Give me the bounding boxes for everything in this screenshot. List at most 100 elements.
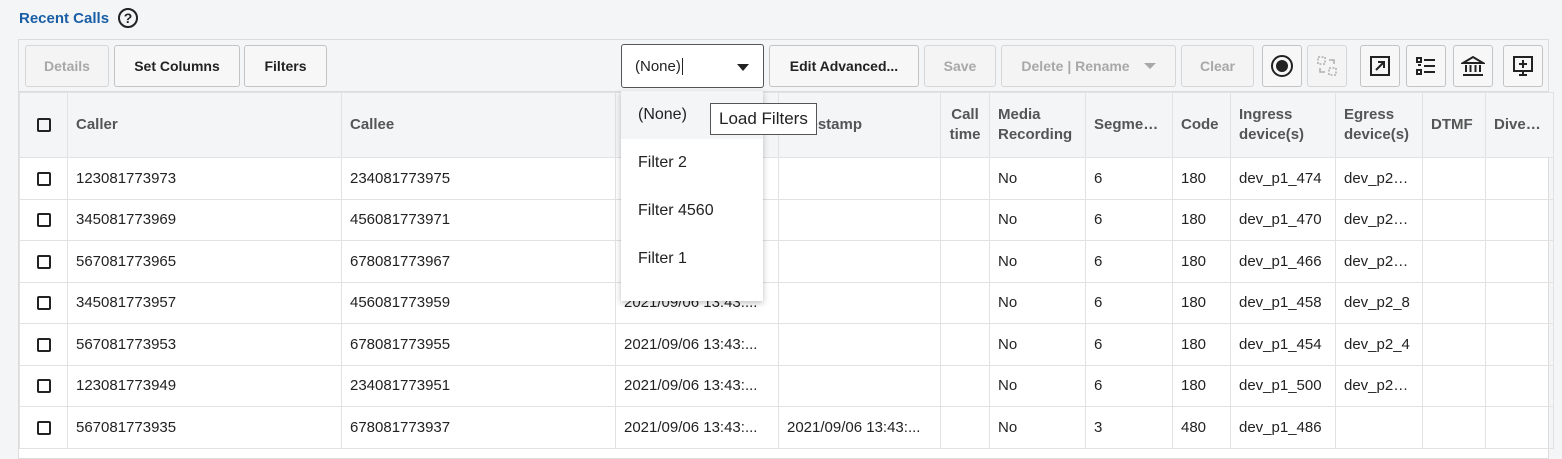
- cell-media-recording: No: [989, 406, 1086, 449]
- cell-diversion: [1485, 364, 1554, 407]
- cell-end-timestamp: [778, 157, 941, 200]
- cell-diversion: [1485, 406, 1554, 449]
- cell-call-time: [940, 364, 990, 407]
- col-media-recording[interactable]: Media Recording: [989, 92, 1086, 158]
- cell-start-timestamp: 2021/09/06 13:43:...: [615, 406, 779, 449]
- table-row[interactable]: 123081773949 234081773951 2021/09/06 13:43…: [19, 364, 1554, 407]
- cell-egress: dev_p2_...: [1335, 198, 1423, 241]
- cell-callee: 456081773971: [341, 198, 616, 241]
- cell-diversion: [1485, 240, 1554, 283]
- cell-segments: 3: [1085, 406, 1173, 449]
- cell-segments: 6: [1085, 157, 1173, 200]
- cell-code: 480: [1172, 406, 1231, 449]
- help-icon[interactable]: ?: [118, 8, 139, 28]
- cell-code: 180: [1172, 323, 1231, 366]
- cell-callee: 456081773959: [341, 281, 616, 324]
- row-select-cell[interactable]: [19, 323, 68, 366]
- delete-rename-button[interactable]: Delete | Rename: [1001, 45, 1176, 87]
- cell-dtmf: [1422, 157, 1486, 200]
- col-callee[interactable]: Callee: [341, 92, 616, 158]
- row-checkbox[interactable]: [36, 379, 51, 394]
- cell-dtmf: [1422, 364, 1486, 407]
- select-all-cell[interactable]: [19, 92, 68, 158]
- edit-advanced-button[interactable]: Edit Advanced...: [769, 45, 919, 87]
- cell-callee: 234081773975: [341, 157, 616, 200]
- row-select-cell[interactable]: [19, 240, 68, 283]
- cell-egress: dev_p2_8: [1335, 281, 1423, 324]
- cell-diversion: [1485, 198, 1554, 241]
- filter-option[interactable]: Filter 1: [621, 235, 763, 283]
- bank-button[interactable]: [1453, 45, 1493, 87]
- col-egress[interactable]: Egress device(s): [1335, 92, 1423, 158]
- cell-code: 180: [1172, 198, 1231, 241]
- table-row[interactable]: 5670817739656780817739672021/09/06 13:43…: [19, 240, 1554, 283]
- cell-segments: 6: [1085, 281, 1173, 324]
- table-row[interactable]: 567081773953 678081773955 2021/09/06 13:43…: [19, 323, 1554, 366]
- cell-dtmf: [1422, 323, 1486, 366]
- col-dtmf[interactable]: DTMF: [1422, 92, 1486, 158]
- cell-caller: 345081773957: [67, 281, 342, 324]
- cell-callee: 234081773951: [341, 364, 616, 407]
- row-select-cell[interactable]: [19, 364, 68, 407]
- cell-egress: [1335, 406, 1423, 449]
- cell-caller: 567081773953: [67, 323, 342, 366]
- filter-option[interactable]: Filter 4560: [621, 187, 763, 235]
- add-display-button[interactable]: [1503, 45, 1543, 87]
- set-columns-button[interactable]: Set Columns: [114, 45, 240, 87]
- row-checkbox[interactable]: [36, 171, 51, 186]
- text-cursor: [681, 57, 683, 75]
- col-caller[interactable]: Caller: [67, 92, 342, 158]
- filter-select[interactable]: (None): [621, 44, 764, 88]
- save-button[interactable]: Save: [924, 45, 996, 87]
- row-select-cell[interactable]: [19, 157, 68, 200]
- record-button[interactable]: [1262, 45, 1302, 87]
- cell-caller: 567081773935: [67, 406, 342, 449]
- row-checkbox[interactable]: [36, 420, 51, 435]
- cell-media-recording: No: [989, 198, 1086, 241]
- select-all-checkbox[interactable]: [36, 118, 51, 133]
- filter-option[interactable]: Filter 2: [621, 139, 763, 187]
- row-checkbox[interactable]: [36, 254, 51, 269]
- bank-icon: [1461, 55, 1485, 76]
- col-segments[interactable]: Segments: [1085, 92, 1173, 158]
- cell-egress: dev_p2_...: [1335, 157, 1423, 200]
- table-row[interactable]: 3450817739694560817739712021/09/06 13:43…: [19, 198, 1554, 241]
- cell-caller: 123081773973: [67, 157, 342, 200]
- row-select-cell[interactable]: [19, 198, 68, 241]
- cell-call-time: [940, 406, 990, 449]
- compare-button[interactable]: [1307, 45, 1347, 87]
- details-button[interactable]: Details: [25, 45, 109, 87]
- cell-end-timestamp: [778, 323, 941, 366]
- cell-caller: 345081773969: [67, 198, 342, 241]
- cell-code: 180: [1172, 364, 1231, 407]
- table-row[interactable]: 1230817739732340817739752021/09/06 13:43…: [19, 157, 1554, 200]
- cell-ingress: dev_p1_500: [1230, 364, 1336, 407]
- row-checkbox[interactable]: [36, 296, 51, 311]
- row-checkbox[interactable]: [36, 337, 51, 352]
- col-call-time[interactable]: Call time: [940, 92, 990, 158]
- clear-button[interactable]: Clear: [1181, 45, 1254, 87]
- export-button[interactable]: [1360, 45, 1400, 87]
- table-row[interactable]: 567081773935 678081773937 2021/09/06 13:43…: [19, 406, 1554, 449]
- row-checkbox[interactable]: [36, 213, 51, 228]
- col-ingress[interactable]: Ingress device(s): [1230, 92, 1336, 158]
- recent-calls-panel: Details Set Columns Filters (None) Edit …: [18, 39, 1554, 459]
- list-button[interactable]: [1406, 45, 1446, 87]
- cell-ingress: dev_p1_466: [1230, 240, 1336, 283]
- cell-segments: 6: [1085, 323, 1173, 366]
- col-code[interactable]: Code: [1172, 92, 1231, 158]
- table-row[interactable]: 345081773957 456081773959 2021/09/06 13:43…: [19, 281, 1554, 324]
- cell-media-recording: No: [989, 323, 1086, 366]
- filters-button[interactable]: Filters: [244, 45, 327, 87]
- col-diversion[interactable]: Diversion: [1485, 92, 1554, 158]
- row-select-cell[interactable]: [19, 281, 68, 324]
- page-header: Recent Calls ?: [19, 7, 139, 29]
- cell-ingress: dev_p1_458: [1230, 281, 1336, 324]
- cell-code: 180: [1172, 240, 1231, 283]
- cell-diversion: [1485, 323, 1554, 366]
- cell-ingress: dev_p1_474: [1230, 157, 1336, 200]
- chevron-down-icon: [1143, 63, 1156, 69]
- list-icon: [1416, 57, 1435, 75]
- chevron-down-icon: [737, 64, 749, 71]
- row-select-cell[interactable]: [19, 406, 68, 449]
